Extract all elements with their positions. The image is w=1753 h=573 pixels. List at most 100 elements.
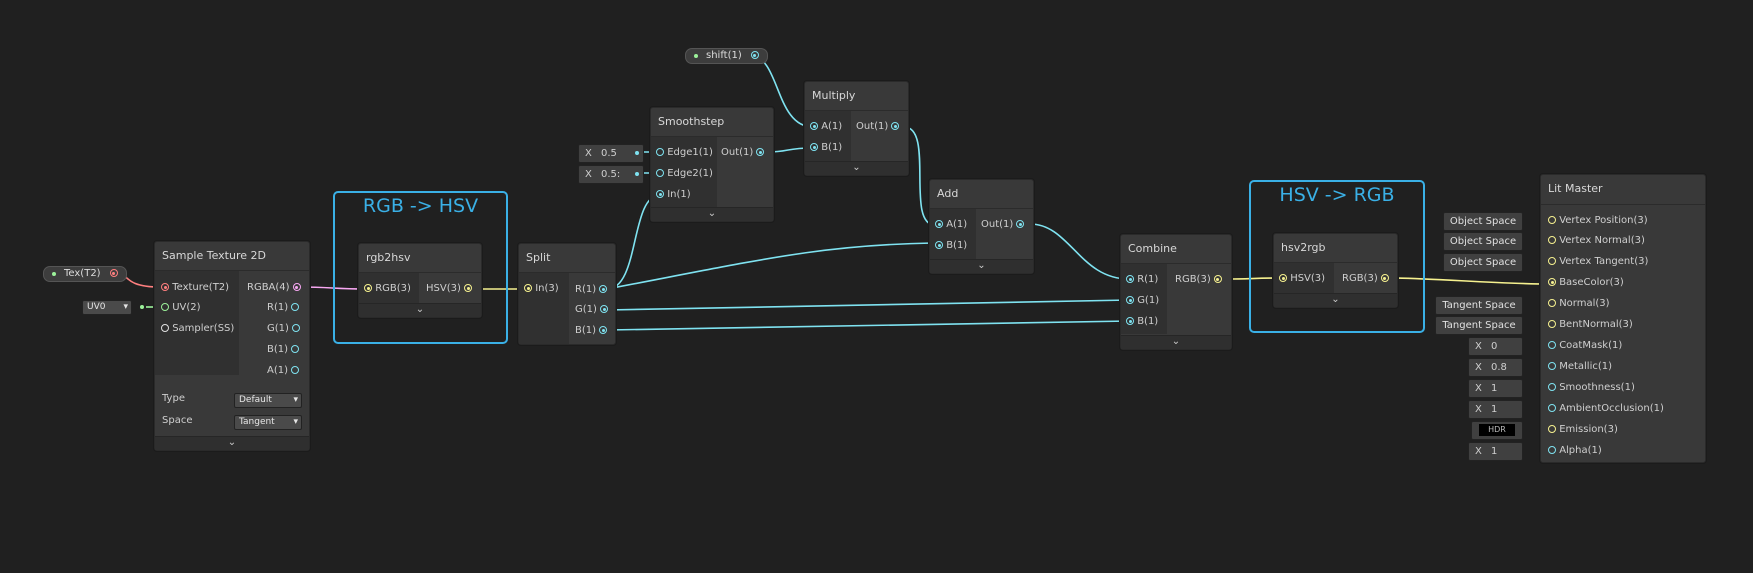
port-icon[interactable] bbox=[935, 220, 943, 228]
input-rgb[interactable]: RGB(3) bbox=[364, 280, 411, 298]
port-icon[interactable] bbox=[656, 169, 664, 177]
output-b[interactable]: B(1) bbox=[575, 322, 608, 340]
port-icon[interactable] bbox=[1548, 236, 1556, 244]
input-smoothness[interactable]: Smoothness(1) bbox=[1548, 379, 1635, 397]
port-icon[interactable] bbox=[524, 284, 532, 292]
port-icon[interactable] bbox=[291, 303, 300, 311]
input-edge2[interactable]: Edge2(1) bbox=[656, 165, 713, 183]
output-r[interactable]: R(1) bbox=[575, 281, 608, 299]
input-basecolor[interactable]: BaseColor(3) bbox=[1548, 274, 1624, 292]
output-out[interactable]: Out(1) bbox=[721, 144, 765, 162]
node-add[interactable]: Add A(1) B(1) Out(1) ⌄ bbox=[929, 179, 1034, 274]
input-bentnormal[interactable]: BentNormal(3) bbox=[1548, 316, 1633, 334]
input-b[interactable]: B(1) bbox=[935, 237, 967, 255]
output-rgb[interactable]: RGB(3) bbox=[1175, 271, 1222, 289]
port-icon[interactable] bbox=[1126, 275, 1134, 283]
collapse-chevron-down-icon[interactable]: ⌄ bbox=[359, 303, 481, 317]
emission-color-field[interactable]: HDR bbox=[1471, 421, 1523, 440]
input-edge1[interactable]: Edge1(1) bbox=[656, 144, 713, 162]
bentnormal-space-field[interactable]: Tangent Space bbox=[1435, 316, 1523, 335]
output-r[interactable]: R(1) bbox=[267, 299, 300, 317]
tex-output-port[interactable] bbox=[109, 269, 118, 277]
input-in[interactable]: In(3) bbox=[524, 280, 559, 298]
smoothness-value[interactable]: 1 bbox=[1491, 380, 1497, 397]
property-tex[interactable]: Tex(T2) bbox=[43, 266, 127, 282]
input-normal[interactable]: Normal(3) bbox=[1548, 295, 1610, 313]
output-rgb[interactable]: RGB(3) bbox=[1342, 270, 1389, 288]
input-r[interactable]: R(1) bbox=[1126, 271, 1158, 289]
output-hsv[interactable]: HSV(3) bbox=[426, 280, 473, 298]
uv-channel-dropdown[interactable]: UV0 bbox=[82, 300, 132, 315]
ambientocclusion-value-field[interactable]: X 1 bbox=[1468, 400, 1523, 419]
port-icon[interactable] bbox=[1548, 257, 1556, 265]
port-icon[interactable] bbox=[1126, 296, 1134, 304]
node-split[interactable]: Split In(3) R(1) G(1) B(1) bbox=[518, 243, 616, 345]
port-icon[interactable] bbox=[1548, 362, 1556, 370]
alpha-value[interactable]: 1 bbox=[1491, 443, 1497, 460]
node-smoothstep[interactable]: Smoothstep Edge1(1) Edge2(1) In(1) Out(1… bbox=[650, 107, 774, 222]
port-icon[interactable] bbox=[292, 283, 301, 291]
input-texture[interactable]: Texture(T2) bbox=[161, 279, 229, 297]
node-lit-master[interactable]: Lit Master Vertex Position(3) Vertex Nor… bbox=[1540, 174, 1706, 463]
vertex-normal-space-field[interactable]: Object Space bbox=[1443, 232, 1523, 251]
port-icon[interactable] bbox=[810, 122, 818, 130]
port-icon[interactable] bbox=[1548, 278, 1556, 286]
output-g[interactable]: G(1) bbox=[575, 301, 609, 319]
input-a[interactable]: A(1) bbox=[810, 118, 842, 136]
property-shift[interactable]: shift(1) bbox=[685, 48, 768, 64]
port-icon[interactable] bbox=[756, 148, 765, 156]
port-icon[interactable] bbox=[1016, 220, 1025, 228]
input-vertex-normal[interactable]: Vertex Normal(3) bbox=[1548, 232, 1645, 250]
node-hsv2rgb[interactable]: hsv2rgb HSV(3) RGB(3) ⌄ bbox=[1273, 233, 1398, 308]
port-icon[interactable] bbox=[810, 143, 818, 151]
port-icon[interactable] bbox=[935, 241, 943, 249]
coatmask-value-field[interactable]: X 0 bbox=[1468, 337, 1523, 356]
input-metallic[interactable]: Metallic(1) bbox=[1548, 358, 1612, 376]
port-icon[interactable] bbox=[464, 284, 473, 292]
smoothness-value-field[interactable]: X 1 bbox=[1468, 379, 1523, 398]
output-out[interactable]: Out(1) bbox=[856, 118, 900, 136]
vertex-position-space-field[interactable]: Object Space bbox=[1443, 212, 1523, 231]
shift-output-port[interactable] bbox=[750, 51, 759, 59]
vertex-tangent-space-field[interactable]: Object Space bbox=[1443, 253, 1523, 272]
input-g[interactable]: G(1) bbox=[1126, 292, 1159, 310]
ambientocclusion-value[interactable]: 1 bbox=[1491, 401, 1497, 418]
port-icon[interactable] bbox=[364, 284, 372, 292]
space-dropdown[interactable]: Tangent bbox=[234, 415, 302, 430]
input-b[interactable]: B(1) bbox=[810, 139, 842, 157]
collapse-chevron-down-icon[interactable]: ⌄ bbox=[651, 207, 773, 221]
metallic-value[interactable]: 0.8 bbox=[1491, 359, 1507, 376]
port-icon[interactable] bbox=[656, 190, 664, 198]
port-icon[interactable] bbox=[1548, 299, 1556, 307]
edge1-value-field[interactable]: X 0.5 bbox=[578, 144, 644, 163]
input-coatmask[interactable]: CoatMask(1) bbox=[1548, 337, 1622, 355]
node-sample-texture-2d[interactable]: Sample Texture 2D Texture(T2) UV(2) Samp… bbox=[154, 241, 310, 451]
type-dropdown[interactable]: Default bbox=[234, 393, 302, 408]
port-icon[interactable] bbox=[1126, 317, 1134, 325]
port-icon[interactable] bbox=[292, 324, 301, 332]
port-icon[interactable] bbox=[1548, 404, 1556, 412]
node-rgb2hsv[interactable]: rgb2hsv RGB(3) HSV(3) ⌄ bbox=[358, 243, 482, 318]
input-sampler[interactable]: Sampler(SS) bbox=[161, 320, 234, 338]
port-icon[interactable] bbox=[1279, 274, 1287, 282]
collapse-chevron-down-icon[interactable]: ⌄ bbox=[1121, 335, 1231, 349]
output-g[interactable]: G(1) bbox=[267, 320, 301, 338]
input-emission[interactable]: Emission(3) bbox=[1548, 421, 1618, 439]
port-icon[interactable] bbox=[1548, 320, 1556, 328]
port-icon[interactable] bbox=[600, 305, 609, 313]
coatmask-value[interactable]: 0 bbox=[1491, 338, 1497, 355]
port-icon[interactable] bbox=[161, 324, 169, 332]
input-ambientocclusion[interactable]: AmbientOcclusion(1) bbox=[1548, 400, 1664, 418]
port-icon[interactable] bbox=[1548, 446, 1556, 454]
collapse-chevron-down-icon[interactable]: ⌄ bbox=[805, 161, 908, 175]
normal-space-field[interactable]: Tangent Space bbox=[1435, 296, 1523, 315]
port-icon[interactable] bbox=[1548, 341, 1556, 349]
input-in[interactable]: In(1) bbox=[656, 186, 691, 204]
node-combine[interactable]: Combine R(1) G(1) B(1) RGB(3) ⌄ bbox=[1120, 234, 1232, 350]
output-rgba[interactable]: RGBA(4) bbox=[247, 279, 301, 297]
port-icon[interactable] bbox=[599, 326, 608, 334]
port-icon[interactable] bbox=[291, 345, 300, 353]
collapse-chevron-down-icon[interactable]: ⌄ bbox=[930, 259, 1033, 273]
input-uv[interactable]: UV(2) bbox=[161, 299, 201, 317]
collapse-chevron-down-icon[interactable]: ⌄ bbox=[155, 436, 309, 450]
